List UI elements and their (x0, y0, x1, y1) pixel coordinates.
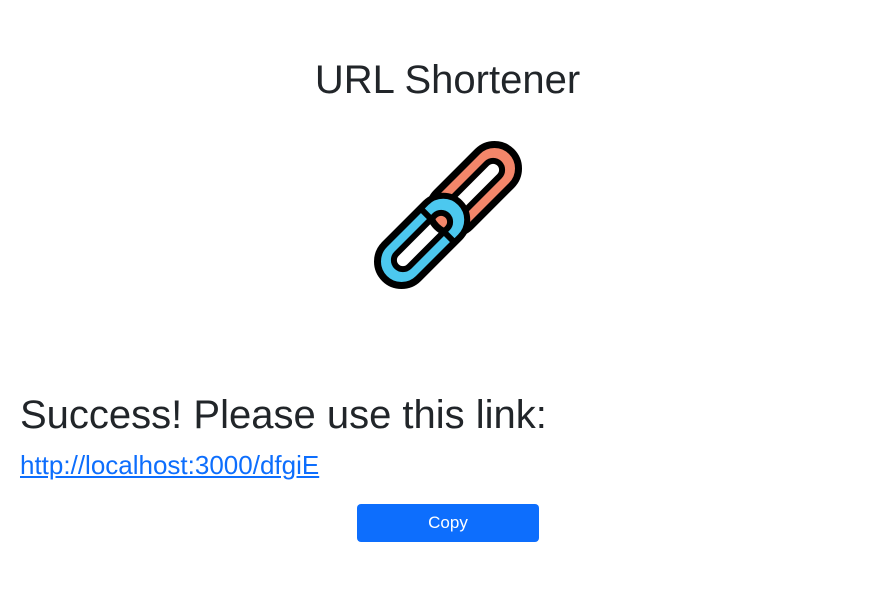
success-message: Success! Please use this link: (20, 393, 547, 437)
short-url-link[interactable]: http://localhost:3000/dfgiE (20, 449, 319, 481)
page-title: URL Shortener (314, 58, 581, 102)
copy-button[interactable]: Copy (357, 504, 539, 542)
chain-link-icon (364, 131, 532, 299)
url-shortener-page: URL Shortener Success! Please use this l… (0, 0, 895, 600)
